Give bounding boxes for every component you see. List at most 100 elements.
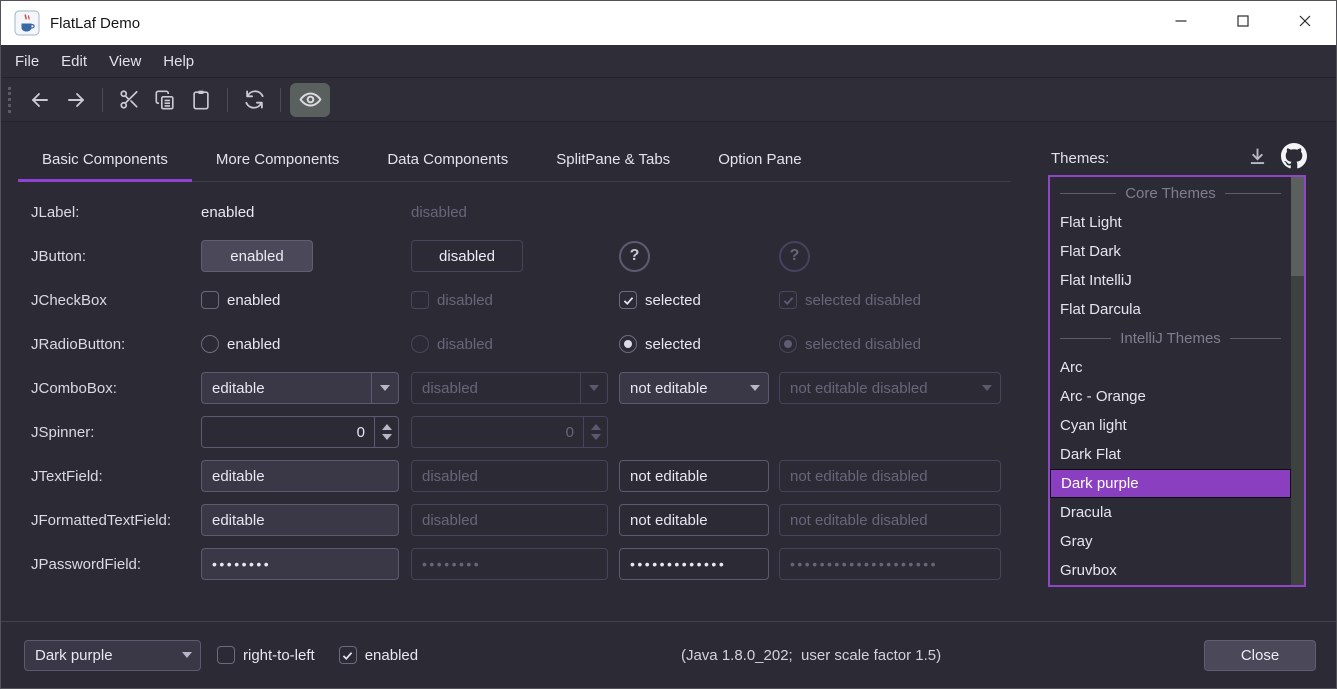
- password-field[interactable]: ••••••••: [411, 548, 608, 580]
- toolbar-copy-button[interactable]: [148, 84, 182, 116]
- label-disabled: disabled: [411, 204, 619, 221]
- theme-item-flat-intellij[interactable]: Flat IntelliJ: [1050, 266, 1291, 295]
- chevron-down-icon: [371, 373, 398, 403]
- toolbar-show-button[interactable]: [290, 83, 330, 117]
- combobox-disabled[interactable]: disabled: [411, 372, 608, 404]
- scrollbar-thumb[interactable]: [1291, 177, 1304, 276]
- chevron-down-icon: [973, 373, 1000, 403]
- checkbox-enabled[interactable]: enabled: [201, 291, 411, 309]
- menubar: FileEditViewHelp: [1, 45, 1336, 78]
- password-field[interactable]: ••••••••: [201, 548, 399, 580]
- radio-enabled[interactable]: enabled: [201, 335, 411, 353]
- theme-combobox-value: Dark purple: [25, 647, 173, 664]
- textfield-editable[interactable]: editable: [201, 460, 399, 492]
- theme-item-arc[interactable]: Arc: [1050, 353, 1291, 382]
- row-label-jlabel: JLabel:: [31, 204, 201, 221]
- textfield-not-editable[interactable]: not editable: [619, 460, 769, 492]
- checkbox-selected[interactable]: selected: [619, 291, 779, 309]
- themes-header: Themes:: [1051, 143, 1307, 174]
- tab-splitpane-tabs[interactable]: SplitPane & Tabs: [532, 139, 694, 181]
- spinner-arrows[interactable]: [583, 417, 607, 447]
- combobox-editable[interactable]: editable: [201, 372, 399, 404]
- titlebar: FlatLaf Demo: [1, 1, 1336, 45]
- textfield-disabled[interactable]: disabled: [411, 460, 608, 492]
- menu-file[interactable]: File: [4, 48, 50, 75]
- window-title: FlatLaf Demo: [50, 15, 140, 32]
- github-icon[interactable]: [1281, 143, 1307, 174]
- combobox-not-editable[interactable]: not editable: [619, 372, 769, 404]
- toolbar-grip[interactable]: [8, 87, 11, 113]
- maximize-button[interactable]: [1212, 1, 1274, 45]
- menu-help[interactable]: Help: [152, 48, 205, 75]
- tab-more-components[interactable]: More Components: [192, 139, 363, 181]
- label-enabled: enabled: [201, 204, 411, 221]
- tab-basic-components[interactable]: Basic Components: [18, 139, 192, 181]
- themes-list: Core ThemesFlat LightFlat DarkFlat Intel…: [1048, 175, 1306, 587]
- radio-box: [779, 335, 797, 353]
- tab-option-pane[interactable]: Option Pane: [694, 139, 825, 181]
- radio-selected[interactable]: selected: [619, 335, 779, 353]
- download-icon[interactable]: [1247, 146, 1268, 172]
- spinner[interactable]: 0: [411, 416, 608, 448]
- maximize-icon: [1235, 13, 1251, 34]
- radio-disabled[interactable]: disabled: [411, 335, 619, 353]
- menu-view[interactable]: View: [98, 48, 152, 75]
- theme-item-cyan-light[interactable]: Cyan light: [1050, 411, 1291, 440]
- toolbar-cut-button[interactable]: [112, 84, 146, 116]
- toolbar-forward-button[interactable]: [59, 84, 93, 116]
- chevron-down-icon: [580, 373, 607, 403]
- window-controls: [1150, 1, 1336, 45]
- textfield-not-editable-disabled[interactable]: not editable disabled: [779, 504, 1001, 536]
- question-mark-icon: ?: [630, 247, 640, 265]
- password-field[interactable]: •••••••••••••: [619, 548, 769, 580]
- textfield-disabled[interactable]: disabled: [411, 504, 608, 536]
- theme-group-separator: IntelliJ Themes: [1050, 324, 1291, 353]
- spinner[interactable]: 0: [201, 416, 399, 448]
- row-label-jradiobutton: JRadioButton:: [31, 336, 201, 353]
- checkbox-enabled[interactable]: enabled: [339, 646, 418, 664]
- checkbox-right-to-left[interactable]: right-to-left: [217, 646, 315, 664]
- toolbar-refresh-button[interactable]: [237, 84, 271, 116]
- menu-edit[interactable]: Edit: [50, 48, 98, 75]
- textfield-editable[interactable]: editable: [201, 504, 399, 536]
- help-button[interactable]: ?: [619, 241, 650, 272]
- radio-selected-disabled[interactable]: selected disabled: [779, 335, 1011, 353]
- close-window-button[interactable]: [1274, 1, 1336, 45]
- theme-item-dark-flat[interactable]: Dark Flat: [1050, 440, 1291, 469]
- theme-item-arc-orange[interactable]: Arc - Orange: [1050, 382, 1291, 411]
- checkbox-box: [217, 646, 235, 664]
- close-button[interactable]: Close: [1204, 640, 1316, 671]
- theme-item-dracula[interactable]: Dracula: [1050, 498, 1291, 527]
- theme-item-flat-darcula[interactable]: Flat Darcula: [1050, 295, 1291, 324]
- theme-item-gray[interactable]: Gray: [1050, 527, 1291, 556]
- toolbar-separator: [227, 88, 228, 112]
- close-icon: [1297, 13, 1313, 34]
- radio-box: [619, 335, 637, 353]
- theme-combobox[interactable]: Dark purple: [24, 640, 201, 671]
- checkbox-disabled[interactable]: disabled: [411, 291, 619, 309]
- toolbar-back-button[interactable]: [23, 84, 57, 116]
- theme-item-flat-light[interactable]: Flat Light: [1050, 208, 1291, 237]
- spinner-arrows[interactable]: [374, 417, 398, 447]
- checkbox-selected-disabled[interactable]: selected disabled: [779, 291, 1011, 309]
- button-disabled[interactable]: disabled: [411, 240, 523, 272]
- minimize-button[interactable]: [1150, 1, 1212, 45]
- button-enabled[interactable]: enabled: [201, 240, 313, 272]
- toolbar-paste-button[interactable]: [184, 84, 218, 116]
- theme-item-flat-dark[interactable]: Flat Dark: [1050, 237, 1291, 266]
- paste-icon: [190, 89, 212, 111]
- help-button[interactable]: ?: [779, 241, 810, 272]
- themes-scrollbar[interactable]: [1291, 177, 1304, 585]
- tab-data-components[interactable]: Data Components: [363, 139, 532, 181]
- themes-header-icons: [1247, 143, 1307, 174]
- theme-item-dark-purple[interactable]: Dark purple: [1050, 469, 1291, 498]
- theme-item-gruvbox[interactable]: Gruvbox: [1050, 556, 1291, 585]
- forward-icon: [64, 88, 88, 112]
- textfield-not-editable[interactable]: not editable: [619, 504, 769, 536]
- password-field[interactable]: ••••••••••••••••••••: [779, 548, 1001, 580]
- combobox-not-editable-disabled[interactable]: not editable disabled: [779, 372, 1001, 404]
- checkbox-box: [779, 291, 797, 309]
- row-label-jspinner: JSpinner:: [31, 424, 201, 441]
- textfield-not-editable-disabled[interactable]: not editable disabled: [779, 460, 1001, 492]
- themes-label: Themes:: [1051, 150, 1109, 167]
